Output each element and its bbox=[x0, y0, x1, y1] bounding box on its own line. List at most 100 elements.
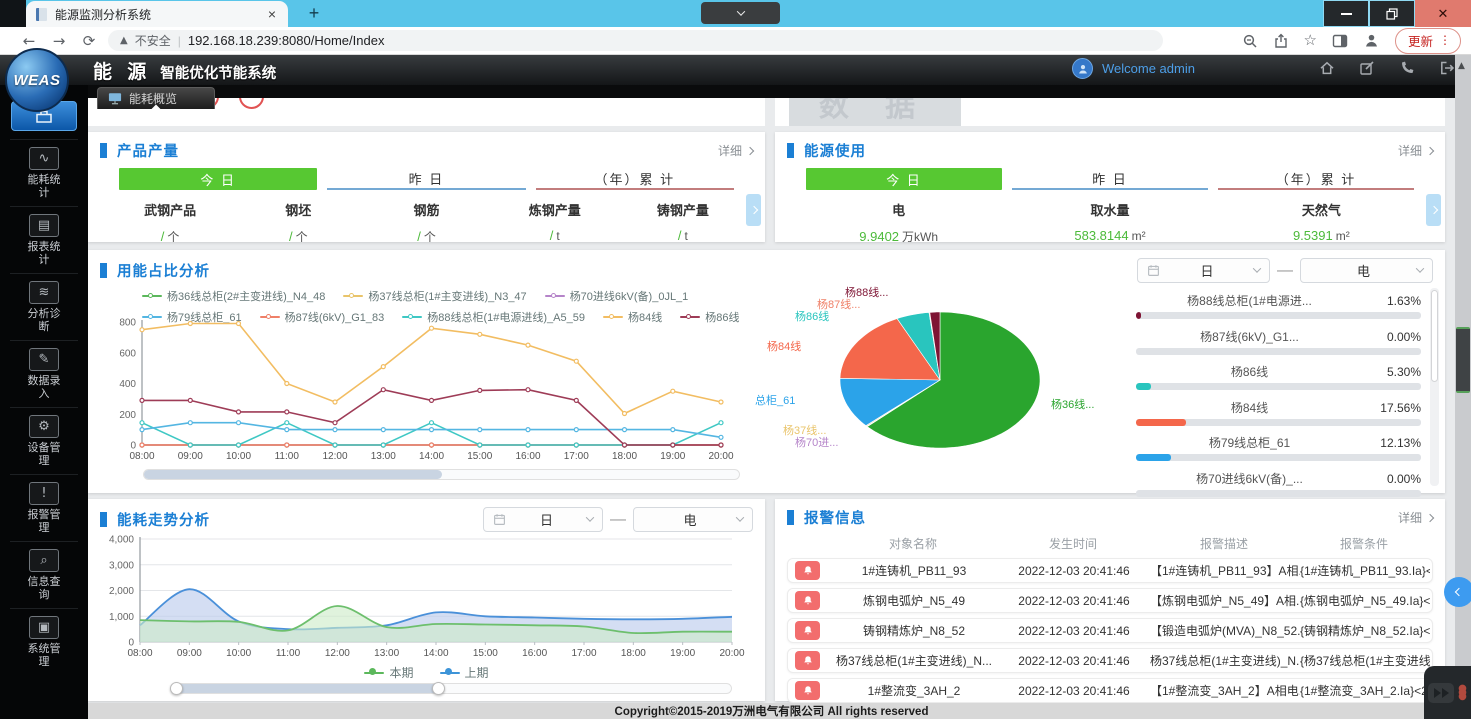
pie-slice-label: 杨37线... bbox=[783, 422, 826, 438]
minimize-button[interactable] bbox=[1323, 0, 1369, 27]
legend-item[interactable]: 本期 bbox=[364, 664, 413, 681]
svg-text:18:00: 18:00 bbox=[612, 451, 637, 462]
svg-text:13:00: 13:00 bbox=[371, 451, 396, 462]
select-separator: — bbox=[610, 511, 626, 529]
tab-yesterday[interactable]: 昨 日 bbox=[1012, 168, 1208, 190]
sidebar-item[interactable]: ⚙ 设备管理 bbox=[10, 407, 78, 474]
svg-text:18:00: 18:00 bbox=[621, 648, 646, 659]
logout-icon[interactable] bbox=[1439, 60, 1455, 76]
page-scr​ollbar-thumb[interactable] bbox=[1456, 327, 1470, 393]
alarm-table-body: 1#连铸机_PB11_93 2022-12-03 20:41:46 【1#连铸机… bbox=[787, 558, 1433, 703]
page-scrollbar[interactable]: ▲ bbox=[1455, 55, 1471, 719]
ranking-item: 杨88线总柜(1#电源进... 1.63% bbox=[1136, 292, 1421, 319]
address-bar[interactable]: ▲ 不安全 | 192.168.18.239:8080/Home/Index bbox=[108, 30, 1163, 51]
phone-icon[interactable] bbox=[1399, 60, 1415, 76]
chevron-down-icon bbox=[586, 513, 594, 521]
datazoom-handle-right[interactable] bbox=[432, 682, 445, 695]
legend-item[interactable]: 杨37线总柜(1#主变进线)_N3_47 bbox=[343, 288, 526, 304]
ranking-bar-fill bbox=[1136, 312, 1141, 319]
sidebar-item[interactable]: ▣ 系统管理 bbox=[10, 608, 78, 675]
home-icon[interactable] bbox=[1319, 60, 1335, 76]
header-icons bbox=[1319, 60, 1455, 76]
main-content: 数 据 产品产量 详细 今 日 昨 日 （年）累 计 武钢产品 /个 bbox=[88, 98, 1455, 703]
ranking-scrollbar[interactable] bbox=[1430, 288, 1439, 486]
ranking-bar-track bbox=[1136, 348, 1421, 355]
new-tab-button[interactable]: + bbox=[302, 1, 326, 25]
sidebar-item[interactable]: ! 报警管理 bbox=[10, 474, 78, 541]
stat-label: 天然气 bbox=[1216, 200, 1427, 219]
scrollbar-up-arrow[interactable]: ▲ bbox=[1458, 61, 1465, 71]
side-panel-icon[interactable] bbox=[1332, 33, 1348, 49]
sidebar-item[interactable]: ∿ 能耗统计 bbox=[10, 139, 78, 206]
date-type-select[interactable]: 日 bbox=[483, 507, 603, 532]
tab-today[interactable]: 今 日 bbox=[119, 168, 317, 190]
date-type-select[interactable]: 日 bbox=[1137, 258, 1270, 283]
alarm-bell-icon bbox=[795, 621, 820, 640]
svg-text:15:00: 15:00 bbox=[467, 451, 492, 462]
subtab-bar bbox=[0, 85, 1471, 98]
datazoom-handle-left[interactable] bbox=[170, 682, 183, 695]
stat-value: /个 bbox=[362, 228, 490, 245]
energy-type-select[interactable]: 电 bbox=[633, 507, 753, 532]
trend-datazoom-slider[interactable] bbox=[172, 683, 732, 694]
svg-text:10:00: 10:00 bbox=[226, 451, 251, 462]
browser-update-button[interactable]: 更新 ⋮ bbox=[1395, 28, 1461, 54]
legend-item[interactable]: 杨70进线6kV(备)_0JL_1 bbox=[545, 288, 689, 304]
ranking-item: 杨87线(6kV)_G1... 0.00% bbox=[1136, 328, 1421, 355]
alarm-column-header: 报警描述 bbox=[1149, 535, 1299, 552]
line-chart-datazoom-slider[interactable] bbox=[143, 469, 740, 480]
welcome-area: Welcome admin bbox=[1072, 58, 1195, 79]
system-management-icon: ▣ bbox=[29, 616, 59, 639]
ranking-name: 杨87线(6kV)_G1... bbox=[1136, 328, 1363, 345]
svg-text:17:00: 17:00 bbox=[571, 648, 596, 659]
share-icon[interactable] bbox=[1273, 33, 1289, 49]
zoom-icon[interactable] bbox=[1242, 33, 1258, 49]
sidebar-item[interactable]: ✎ 数据录入 bbox=[10, 340, 78, 407]
ranking-bar-track bbox=[1136, 454, 1421, 461]
stat-item: 天然气 9.5391m² bbox=[1216, 200, 1427, 245]
sidebar-item[interactable]: ▤ 报表统计 bbox=[10, 206, 78, 273]
datazoom-window[interactable] bbox=[144, 470, 442, 479]
sidebar-item[interactable]: ≋ 分析诊断 bbox=[10, 273, 78, 340]
svg-text:08:00: 08:00 bbox=[127, 648, 152, 659]
datazoom-window[interactable] bbox=[173, 684, 441, 693]
tab-yesterday[interactable]: 昨 日 bbox=[327, 168, 525, 190]
legend-label: 杨37线总柜(1#主变进线)_N3_47 bbox=[368, 288, 526, 304]
profile-icon[interactable] bbox=[1363, 32, 1380, 49]
detail-link[interactable]: 详细 bbox=[1398, 509, 1433, 526]
user-avatar[interactable] bbox=[1072, 58, 1093, 79]
tab-energy-overview[interactable]: 能耗概览 bbox=[97, 87, 215, 109]
stat-label: 铸钢产量 bbox=[619, 200, 747, 219]
forward-button[interactable]: → bbox=[44, 32, 74, 50]
restore-button[interactable] bbox=[1369, 0, 1415, 27]
edit-icon[interactable] bbox=[1359, 60, 1375, 76]
close-button[interactable]: ✕ bbox=[1415, 0, 1471, 27]
browser-tab[interactable]: 能源监测分析系统 × bbox=[26, 1, 288, 27]
detail-link[interactable]: 详细 bbox=[718, 142, 753, 159]
next-page-button[interactable] bbox=[746, 194, 761, 226]
recorder-next-button[interactable] bbox=[1428, 683, 1454, 703]
browser-menu-icon[interactable]: ⋮ bbox=[1439, 33, 1451, 47]
reload-button[interactable]: ⟳ bbox=[74, 32, 104, 50]
bookmark-star-icon[interactable]: ☆ bbox=[1304, 33, 1317, 48]
next-page-button[interactable] bbox=[1426, 194, 1441, 226]
tab-today[interactable]: 今 日 bbox=[806, 168, 1002, 190]
tab-close-icon[interactable]: × bbox=[266, 6, 278, 22]
panel-accent-bar bbox=[100, 512, 107, 527]
ranking-scrollbar-thumb[interactable] bbox=[1431, 290, 1438, 382]
product-output-panel: 产品产量 详细 今 日 昨 日 （年）累 计 武钢产品 /个 钢坯 /个 bbox=[88, 132, 765, 242]
detail-link[interactable]: 详细 bbox=[1398, 142, 1433, 159]
legend-item[interactable]: 杨36线总柜(2#主变进线)_N4_48 bbox=[142, 288, 325, 304]
ranking-bar-fill bbox=[1136, 419, 1186, 426]
svg-text:200: 200 bbox=[119, 410, 136, 421]
energy-type-select[interactable]: 电 bbox=[1300, 258, 1433, 283]
tab-year-total[interactable]: （年）累 计 bbox=[536, 168, 734, 190]
back-button[interactable]: ← bbox=[14, 32, 44, 50]
titlebar-chevron-button[interactable] bbox=[701, 2, 780, 24]
legend-marker bbox=[545, 293, 565, 300]
recorder-menu-icon[interactable]: ●●● bbox=[1458, 687, 1467, 699]
legend-item[interactable]: 上期 bbox=[440, 664, 489, 681]
panel-collapse-button[interactable] bbox=[1444, 577, 1471, 607]
sidebar-item[interactable]: ⌕ 信息查询 bbox=[10, 541, 78, 608]
tab-year-total[interactable]: （年）累 计 bbox=[1218, 168, 1414, 190]
